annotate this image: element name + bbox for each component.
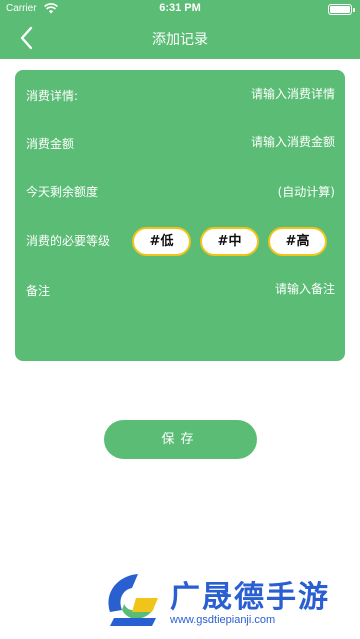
remaining-label: 今天剩余额度: [26, 185, 99, 199]
level-medium-button[interactable]: #中: [200, 227, 259, 256]
detail-label: 消费详情:: [26, 89, 79, 103]
page-title: 添加记录: [152, 32, 208, 48]
note-label: 备注: [26, 284, 51, 298]
level-label: 消费的必要等级: [26, 234, 111, 248]
level-low-button[interactable]: #低: [132, 227, 191, 256]
watermark-logo-icon: [108, 574, 158, 626]
level-high-button[interactable]: #高: [268, 227, 327, 256]
watermark-url: www.gsdtiepianji.com: [170, 614, 276, 626]
watermark: 广晟德手游 www.gsdtiepianji.com: [98, 560, 360, 639]
save-button[interactable]: 保存: [104, 420, 257, 459]
amount-label: 消费金额: [26, 137, 75, 151]
form-card: 消费详情: 消费金额 今天剩余额度 (自动计算) 消费的必要等级 #低 #中 #…: [15, 70, 345, 361]
note-row: 备注: [15, 275, 345, 305]
note-input[interactable]: [175, 282, 335, 296]
remaining-row: 今天剩余额度 (自动计算): [15, 176, 345, 206]
status-bar: Carrier 6:31 PM: [0, 0, 360, 18]
amount-input[interactable]: [175, 135, 335, 149]
remaining-value: (自动计算): [277, 185, 335, 199]
status-time: 6:31 PM: [159, 2, 201, 14]
detail-row: 消费详情:: [15, 80, 345, 110]
nav-bar: 添加记录: [0, 18, 360, 59]
detail-input[interactable]: [175, 87, 335, 101]
battery-icon: [328, 4, 355, 15]
amount-row: 消费金额: [15, 128, 345, 158]
header: Carrier 6:31 PM 添加记录: [0, 0, 360, 59]
watermark-text: 广晟德手游: [170, 580, 330, 615]
